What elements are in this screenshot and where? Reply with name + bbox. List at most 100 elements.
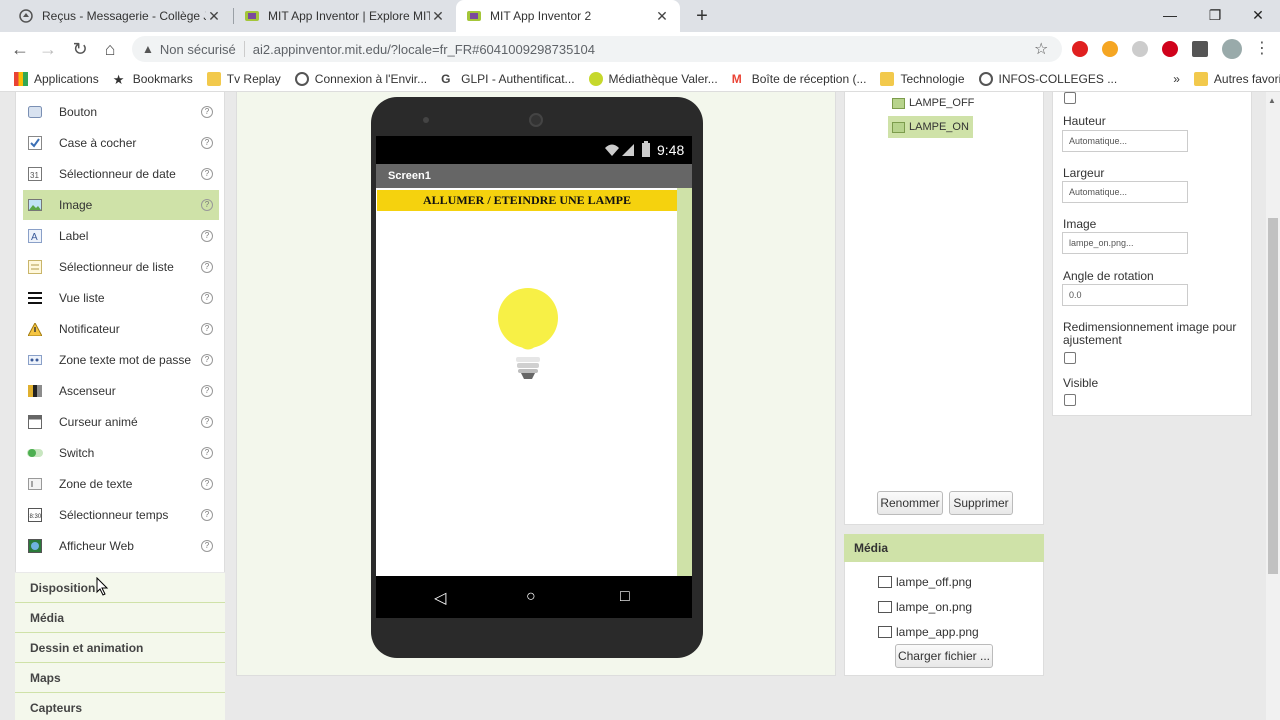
palette-item-password[interactable]: Zone texte mot de passe ? [23,345,219,375]
forward-icon[interactable]: → [36,37,60,61]
palette-item-switch[interactable]: Switch ? [23,438,219,468]
palette-item-webviewer[interactable]: Afficheur Web ? [23,531,219,561]
scale-picture-checkbox[interactable] [1064,352,1076,364]
warning-icon[interactable]: ▲ [142,42,154,56]
bookmark-item[interactable]: Applications [14,71,99,86]
bookmark-item[interactable]: ★ Bookmarks [113,72,193,87]
reload-icon[interactable]: ↻ [68,37,92,61]
restore-icon[interactable]: ❐ [1195,0,1235,32]
help-icon[interactable]: ? [201,385,213,397]
scroll-up-icon[interactable]: ▲ [1268,96,1276,105]
help-icon[interactable]: ? [201,168,213,180]
drawer-disposition[interactable]: Disposition [15,573,225,603]
opera-extension-icon[interactable] [1072,41,1088,57]
nav-bar: ◁ ○ □ [376,576,692,618]
title-label[interactable]: ALLUMER / ETEINDRE UNE LAMPE [377,190,677,211]
security-status[interactable]: Non sécurisé [160,42,236,57]
home-icon[interactable]: ⌂ [98,37,122,61]
extension-icon[interactable] [1102,41,1118,57]
address-bar[interactable]: ▲ Non sécurisé ai2.appinventor.mit.edu/?… [132,36,1062,62]
window-close-icon[interactable]: ✕ [1238,0,1278,32]
svg-text:A: A [31,232,38,243]
bookmark-item[interactable]: Médiathèque Valer... [588,71,718,86]
palette-item-label[interactable]: A Label ? [23,221,219,251]
image-file-icon [878,601,892,613]
help-icon[interactable]: ? [201,354,213,366]
media-file[interactable]: lampe_off.png [878,573,972,591]
palette-item-listpicker[interactable]: Sélectionneur de liste ? [23,252,219,282]
upload-file-button[interactable]: Charger fichier ... [895,644,993,668]
profile-avatar[interactable] [1222,39,1242,59]
tab-explore[interactable]: MIT App Inventor | Explore MIT A ✕ [234,0,456,32]
bookmark-item[interactable]: G GLPI - Authentificat... [441,72,574,86]
palette-item-spinner[interactable]: Curseur animé ? [23,407,219,437]
tab-mail[interactable]: Reçus - Messagerie - Collège Jule ✕ [8,0,232,32]
dropbox-icon[interactable] [1132,41,1148,57]
help-icon[interactable]: ? [201,137,213,149]
close-icon[interactable]: ✕ [654,8,670,25]
drawer-sensors[interactable]: Capteurs [15,693,225,720]
new-tab-button[interactable]: + [690,4,714,28]
help-icon[interactable]: ? [201,230,213,242]
visible-checkbox[interactable] [1064,394,1076,406]
bookmark-item[interactable]: Tv Replay [206,71,281,86]
palette-item-image[interactable]: Image ? [23,190,219,220]
drawer-drawing-animation[interactable]: Dessin et animation [15,633,225,663]
menu-icon[interactable]: ⋮ [1250,37,1274,61]
help-icon[interactable]: ? [201,323,213,335]
drawer-maps[interactable]: Maps [15,663,225,693]
app-inventor-icon [244,8,260,24]
help-icon[interactable]: ? [201,540,213,552]
component-lampe-on[interactable]: LAMPE_ON [888,116,973,138]
listview-icon [27,290,43,306]
bookmark-item[interactable]: Technologie [880,71,965,86]
scrollbar-thumb[interactable] [1268,218,1278,574]
close-icon[interactable]: ✕ [206,8,222,25]
more-bookmarks-icon[interactable]: » [1173,72,1180,86]
help-icon[interactable]: ? [201,447,213,459]
palette-item-checkbox[interactable]: Case à cocher ? [23,128,219,158]
media-file[interactable]: lampe_app.png [878,623,979,641]
url-text[interactable]: ai2.appinventor.mit.edu/?locale=fr_FR#60… [253,42,595,57]
extension-icon[interactable] [1162,41,1178,57]
palette-item-notifier[interactable]: Notificateur ? [23,314,219,344]
bookmark-item[interactable]: Autres favoris [1193,71,1280,86]
width-field[interactable]: Automatique... [1062,181,1188,203]
palette-item-listview[interactable]: Vue liste ? [23,283,219,313]
delete-button[interactable]: Supprimer [949,491,1013,515]
checkbox[interactable] [1064,92,1076,104]
drawer-media[interactable]: Média [15,603,225,633]
back-icon[interactable]: ← [8,37,32,61]
palette-item-timepicker[interactable]: 8:30 Sélectionneur temps ? [23,500,219,530]
palette-item-slider[interactable]: Ascenseur ? [23,376,219,406]
folder-icon [206,71,221,86]
tab-app-inventor[interactable]: MIT App Inventor 2 ✕ [456,0,680,32]
rename-button[interactable]: Renommer [877,491,943,515]
help-icon[interactable]: ? [201,509,213,521]
component-lampe-off[interactable]: LAMPE_OFF [888,92,978,114]
media-file[interactable]: lampe_on.png [878,598,972,616]
help-icon[interactable]: ? [201,106,213,118]
palette-item-bouton[interactable]: Bouton ? [23,97,219,127]
palette-item-textbox[interactable]: Zone de texte ? [23,469,219,499]
help-icon[interactable]: ? [201,292,213,304]
help-icon[interactable]: ? [201,199,213,211]
lamp-image[interactable] [455,262,605,402]
media-title: Média [844,534,1044,562]
help-icon[interactable]: ? [201,261,213,273]
image-field[interactable]: lampe_on.png... [1062,232,1188,254]
bookmark-item[interactable]: INFOS-COLLEGES ... [978,71,1117,86]
bookmark-item[interactable]: Connexion à l'Envir... [294,71,427,86]
bookmark-label: Technologie [900,71,965,86]
rotation-field[interactable]: 0.0 [1062,284,1188,306]
help-icon[interactable]: ? [201,416,213,428]
close-icon[interactable]: ✕ [430,8,446,25]
bookmark-item[interactable]: M Boîte de réception (... [732,72,867,86]
divider [243,41,245,57]
puzzle-extensions-icon[interactable] [1192,41,1208,57]
help-icon[interactable]: ? [201,478,213,490]
palette-item-datepicker[interactable]: 31 Sélectionneur de date ? [23,159,219,189]
minimize-icon[interactable]: — [1150,0,1190,32]
height-field[interactable]: Automatique... [1062,130,1188,152]
bookmark-star-icon[interactable]: ☆ [1034,39,1048,59]
